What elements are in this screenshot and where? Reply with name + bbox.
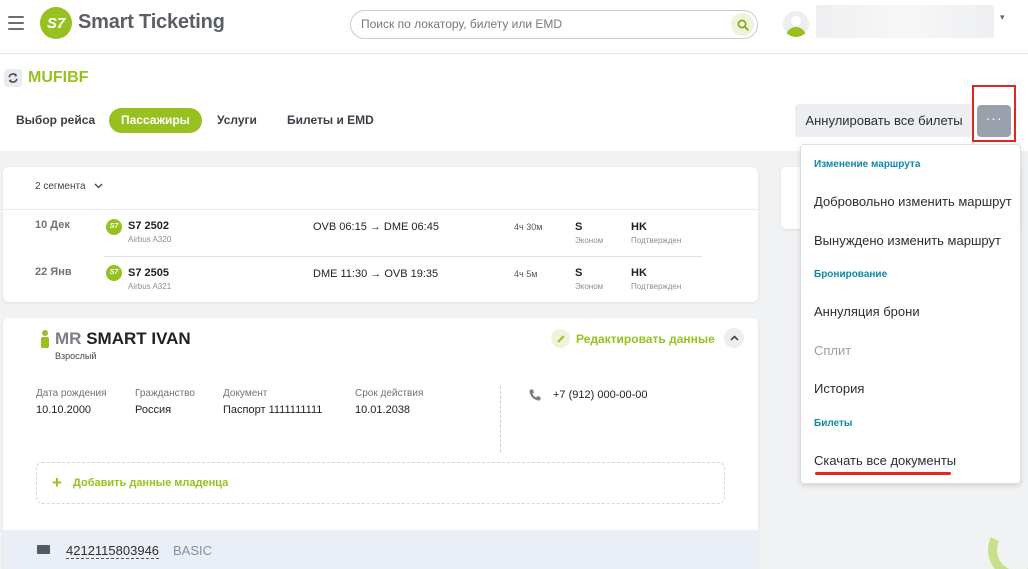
flights-card: 2 сегмента 10 Дек S7 S7 2502 Airbus A320… <box>3 167 758 302</box>
menu-section-route: Изменение маршрута <box>814 159 921 170</box>
document-value: Паспорт 1111111111 <box>223 404 323 416</box>
tab-services[interactable]: Услуги <box>205 108 269 133</box>
chevron-up-icon <box>729 335 739 341</box>
user-avatar[interactable] <box>783 11 809 37</box>
segment-status: HK <box>631 267 647 279</box>
airline-logo: S7 <box>106 265 122 281</box>
plus-icon: + <box>52 473 62 492</box>
passenger-card: MR SMART IVAN Взрослый Редактировать дан… <box>3 318 758 569</box>
menu-item-forced-change[interactable]: Вынуждено изменить маршрут <box>814 233 1001 248</box>
segment-status: HK <box>631 221 647 233</box>
menu-item-history[interactable]: История <box>814 381 864 396</box>
more-actions-menu: Изменение маршрута Добровольно изменить … <box>800 144 1021 484</box>
cancel-all-tickets-button[interactable]: Аннулировать все билеты <box>795 104 973 137</box>
phone-icon <box>529 389 541 401</box>
ticket-icon <box>37 545 50 554</box>
flight-number: S7 2505 <box>128 267 169 279</box>
menu-icon[interactable] <box>8 16 24 30</box>
brand-name: Smart Ticketing <box>78 11 225 33</box>
field-label: Документ <box>223 388 268 399</box>
airline-logo: S7 <box>106 219 122 235</box>
passenger-type: Взрослый <box>55 351 97 361</box>
flight-duration: 4ч 5м <box>514 269 538 279</box>
booking-header: MUFIBF Выбор рейса Пассажиры Услуги Биле… <box>0 54 1028 151</box>
segments-toggle[interactable]: 2 сегмента <box>35 181 103 192</box>
menu-item-split: Сплит <box>814 343 852 358</box>
menu-item-voluntary-change[interactable]: Добровольно изменить маршрут <box>814 194 1012 209</box>
fare-class: S <box>575 267 583 279</box>
divider <box>500 386 501 452</box>
menu-item-download-all[interactable]: Скачать все документы <box>814 453 956 468</box>
field-label: Гражданство <box>135 388 195 399</box>
menu-section-tickets: Билеты <box>814 418 853 429</box>
add-infant-label: Добавить данные младенца <box>73 477 229 489</box>
aircraft-type: Airbus A320 <box>128 235 172 244</box>
flight-date: 10 Дек <box>35 219 70 231</box>
expiry-value: 10.01.2038 <box>355 404 411 416</box>
segment-divider <box>104 256 702 257</box>
chevron-down-icon <box>94 183 103 189</box>
phone-number: +7 (912) 000-00-00 <box>553 389 648 401</box>
flight-route: DME 11:30 → OVB 19:35 <box>313 268 439 280</box>
tab-flight-selection[interactable]: Выбор рейса <box>4 108 107 133</box>
passenger-name: MR SMART IVAN <box>55 329 191 349</box>
fare-family: BASIC <box>173 543 213 558</box>
pencil-icon[interactable] <box>551 329 570 348</box>
passenger-title: MR <box>55 329 82 348</box>
flight-number: S7 2502 <box>128 220 169 232</box>
edit-passenger-button[interactable]: Редактировать данные <box>576 332 715 346</box>
ticket-number-link[interactable]: 4212115803946 <box>66 543 160 559</box>
tab-tickets-emd[interactable]: Билеты и EMD <box>275 108 386 133</box>
fare-class-name: Эконом <box>575 282 604 291</box>
top-bar: S7 Smart Ticketing ▾ <box>0 0 1028 54</box>
flight-duration: 4ч 30м <box>514 222 543 232</box>
booking-locator: MUFIBF <box>28 69 89 86</box>
fare-class-name: Эконом <box>575 236 604 245</box>
search-button[interactable] <box>731 13 754 36</box>
chevron-down-icon[interactable]: ▾ <box>1000 12 1005 23</box>
citizenship-value: Россия <box>135 404 172 416</box>
menu-item-cancel-booking[interactable]: Аннуляция брони <box>814 304 920 319</box>
user-name-redacted[interactable] <box>816 5 994 38</box>
field-label: Срок действия <box>355 388 424 399</box>
segment-status-name: Подтвержден <box>631 236 682 245</box>
highlight-underline <box>815 472 951 475</box>
fare-class: S <box>575 221 583 233</box>
ticket-row: 4212115803946 BASIC <box>3 530 758 569</box>
search-input[interactable] <box>361 17 721 31</box>
menu-section-booking: Бронирование <box>814 269 888 280</box>
passenger-fullname: SMART IVAN <box>86 329 191 348</box>
segments-label: 2 сегмента <box>35 181 86 192</box>
search-icon <box>737 19 749 31</box>
decorative-arc <box>979 511 1028 569</box>
flight-date: 22 Янв <box>35 266 72 278</box>
aircraft-type: Airbus A321 <box>128 282 172 291</box>
divider <box>3 209 758 210</box>
brand-logo: S7 <box>40 7 72 39</box>
birth-date-value: 10.10.2000 <box>36 404 92 416</box>
search-box <box>350 10 758 39</box>
flight-route: OVB 06:15 → DME 06:45 <box>313 221 439 233</box>
refresh-icon[interactable] <box>4 69 22 87</box>
tab-passengers[interactable]: Пассажиры <box>109 108 202 133</box>
collapse-button[interactable] <box>724 328 744 348</box>
field-label: Дата рождения <box>36 388 107 399</box>
add-infant-button[interactable]: + Добавить данные младенца <box>36 462 725 504</box>
more-actions-button[interactable]: ··· <box>977 105 1011 137</box>
segment-status-name: Подтвержден <box>631 282 682 291</box>
person-icon <box>40 330 50 348</box>
